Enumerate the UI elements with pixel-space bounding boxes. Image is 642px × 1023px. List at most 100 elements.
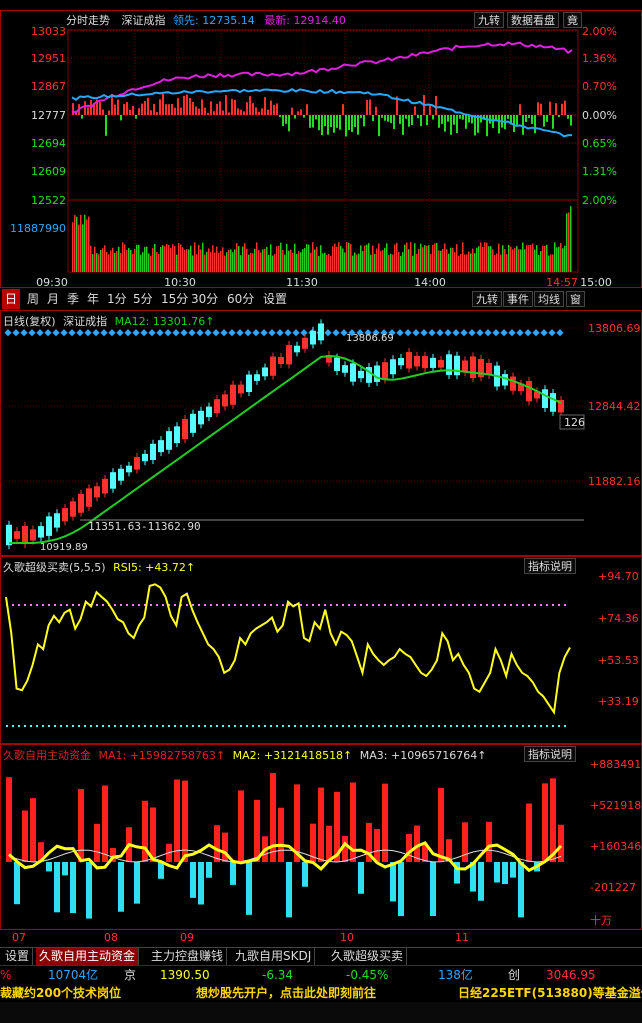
indicator-tab-0[interactable]: 设置 [2, 948, 34, 965]
event-marker [4, 329, 12, 337]
period-tab-8[interactable]: 30分 [188, 289, 221, 309]
volume-bar [210, 252, 212, 272]
fund-bar [270, 773, 276, 862]
indicator-tab-1[interactable]: 久歌自用主动资金 [36, 948, 140, 965]
volume-bar [310, 252, 312, 272]
ma12-line [9, 354, 562, 544]
money-flow-bar [492, 115, 494, 129]
volume-bar [394, 244, 396, 272]
volume-bar [166, 244, 168, 272]
volume-bar [422, 247, 424, 272]
volume-bar [556, 247, 558, 272]
money-flow-bar [351, 115, 353, 133]
fund-bar [406, 833, 412, 862]
candle-body [70, 501, 76, 517]
volume-bar [160, 247, 162, 272]
volume-bar [222, 247, 224, 272]
period-tab-5[interactable]: 1分 [104, 289, 130, 309]
period-tab-3[interactable]: 季 [64, 289, 82, 309]
money-flow-bar [213, 111, 215, 115]
event-marker [180, 329, 188, 337]
money-flow-bar [162, 93, 164, 115]
period-tab-10[interactable]: 设置 [260, 289, 290, 309]
intraday-plot-border [67, 29, 579, 273]
volume-bar [532, 243, 534, 272]
period-tab-1[interactable]: 周 [24, 289, 42, 309]
ticker-item-3[interactable]: 日经225ETF(513880)等基金溢价 [458, 984, 642, 1002]
event-marker [284, 329, 292, 337]
event-marker [196, 329, 204, 337]
daily-right-button-3[interactable]: 窗 [566, 291, 585, 307]
period-tab-2[interactable]: 月 [44, 289, 62, 309]
daily-right-button-2[interactable]: 均线 [534, 291, 564, 307]
volume-bar [224, 255, 226, 272]
volume-bar [348, 242, 350, 272]
volume-bar [380, 250, 382, 272]
volume-bar [488, 246, 490, 272]
period-tab-4[interactable]: 年 [84, 289, 102, 309]
volume-bar [496, 253, 498, 272]
period-tab-6[interactable]: 5分 [130, 289, 156, 309]
news-ticker[interactable]: 裁藏约200个技术岗位 想炒股先开户，点击此处即刻前往 日经225ETF(513… [0, 984, 642, 1002]
candle-body [206, 406, 212, 418]
period-tab-0[interactable]: 日 [2, 289, 21, 309]
money-flow-bar [99, 101, 101, 115]
daily-right-button-1[interactable]: 事件 [503, 291, 533, 307]
event-marker [532, 329, 540, 337]
volume-bar [414, 243, 416, 272]
volume-bar [480, 242, 482, 272]
volume-bar [196, 254, 198, 272]
event-marker [228, 329, 236, 337]
volume-bar [470, 253, 472, 272]
volume-bar [148, 253, 150, 272]
fund-bar [214, 825, 220, 862]
money-flow-bar [195, 106, 197, 115]
money-flow-bar [363, 115, 365, 127]
ticker-item-2[interactable]: 想炒股先开户，点击此处即刻前往 [196, 984, 376, 1002]
period-tab-9[interactable]: 60分 [224, 289, 257, 309]
indicator-tab-3[interactable]: 九歌自用SKDJ [232, 948, 316, 965]
candle-body [102, 478, 108, 494]
event-marker [172, 329, 180, 337]
indicator-tab-4[interactable]: 久歌超级买卖 [328, 948, 408, 965]
event-marker [324, 329, 332, 337]
volume-bar [90, 245, 92, 272]
money-flow-bar [258, 111, 260, 115]
indicator-tab-2[interactable]: 主力控盘赚钱 [148, 948, 228, 965]
daily-right-button-0[interactable]: 九转 [472, 291, 502, 307]
money-flow-bar [102, 109, 104, 115]
volume-bar [428, 245, 430, 272]
candle-body [414, 355, 420, 367]
volume-bar [352, 255, 354, 272]
money-flow-bar [129, 109, 131, 115]
volume-bar [356, 254, 358, 272]
price-tick-label: 12522 [31, 194, 66, 207]
rsi-tick-label: +33.19 [598, 695, 639, 708]
rsi-line [5, 583, 571, 716]
volume-bar [114, 252, 116, 272]
volume-bar [468, 251, 470, 272]
ticker-item-1[interactable]: 裁藏约200个技术岗位 [0, 984, 121, 1002]
price-tick-label: 12694 [31, 137, 66, 150]
money-flow-bar [114, 104, 116, 115]
volume-bar [426, 245, 428, 272]
fund-bar [254, 799, 260, 862]
volume-bar [466, 254, 468, 272]
volume-bar [254, 248, 256, 272]
money-flow-bar [429, 105, 431, 115]
volume-bar [434, 243, 436, 272]
price-tick-label: 12609 [31, 165, 66, 178]
volume-bar [424, 245, 426, 272]
money-flow-bar [543, 115, 545, 127]
volume-bar [534, 249, 536, 272]
volume-bar [102, 248, 104, 272]
volume-bar [518, 249, 520, 272]
fund-bar [358, 862, 364, 894]
volume-bar [474, 253, 476, 272]
fund-bar [54, 862, 60, 913]
money-flow-bar [150, 110, 152, 115]
volume-bar [76, 216, 78, 272]
low-price-label: 10919.89 [40, 542, 88, 553]
period-tab-7[interactable]: 15分 [158, 289, 191, 309]
volume-bar [246, 248, 248, 272]
